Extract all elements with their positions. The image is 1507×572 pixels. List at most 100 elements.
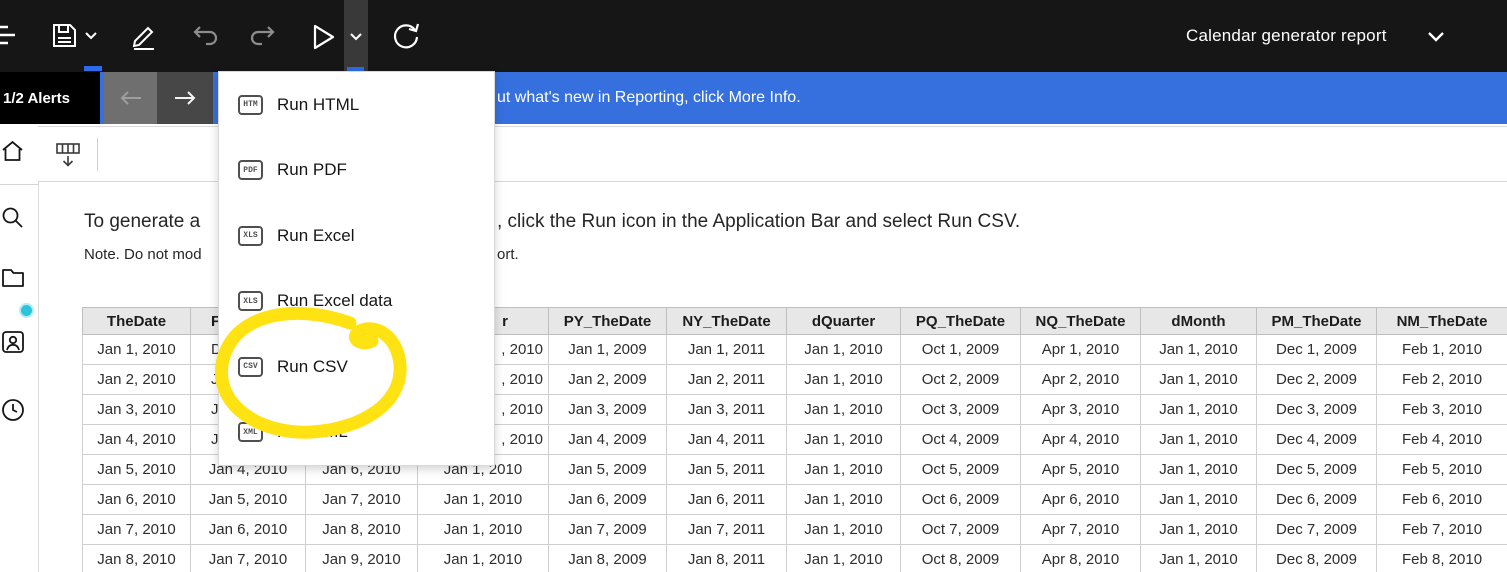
save-active-underline bbox=[84, 66, 102, 71]
app-window: Calendar generator report 1/2 Alerts ut … bbox=[0, 0, 1507, 572]
refresh-icon[interactable] bbox=[392, 21, 420, 51]
csv-format-icon: CSV bbox=[238, 356, 263, 377]
menu-item-label: Run HTML bbox=[277, 94, 360, 114]
table-cell: Jan 1, 2010 bbox=[417, 484, 549, 515]
banner-message[interactable]: ut what's new in Reporting, click More I… bbox=[497, 72, 801, 124]
table-header-cell: dQuarter bbox=[786, 307, 901, 335]
next-alert-button[interactable] bbox=[157, 72, 213, 124]
table-cell: Jan 1, 2010 bbox=[1140, 394, 1257, 425]
table-cell: Dec 5, 2009 bbox=[1256, 454, 1377, 485]
run-icon[interactable] bbox=[312, 24, 336, 50]
table-cell: Jan 1, 2010 bbox=[82, 334, 191, 365]
table-header-cell: PY_TheDate bbox=[548, 307, 667, 335]
table-cell: Jan 5, 2010 bbox=[82, 454, 191, 485]
table-cell: Feb 2, 2010 bbox=[1376, 364, 1507, 395]
table-cell: Apr 1, 2010 bbox=[1020, 334, 1141, 365]
table-cell: Jan 2, 2011 bbox=[666, 364, 787, 395]
xls-format-icon: XLS bbox=[238, 291, 263, 312]
table-row: Jan 6, 2010 Jan 5, 2010 Jan 7, 2010 Jan 1, … bbox=[82, 484, 1507, 515]
menu-item-label: Run Excel bbox=[277, 225, 355, 245]
table-cell: Jan 1, 2010 bbox=[786, 484, 901, 515]
xls-format-icon: XLS bbox=[238, 225, 263, 246]
table-header-cell: PQ_TheDate bbox=[900, 307, 1021, 335]
menu-item-label: Run XML bbox=[277, 422, 348, 442]
table-cell: Jan 1, 2010 bbox=[786, 544, 901, 572]
search-icon[interactable] bbox=[1, 206, 24, 234]
save-icon[interactable] bbox=[51, 22, 78, 49]
recent-clock-icon[interactable] bbox=[1, 398, 25, 427]
table-cell: Jan 1, 2010 bbox=[786, 394, 901, 425]
table-cell: Jan 6, 2011 bbox=[666, 484, 787, 515]
table-cell: Feb 5, 2010 bbox=[1376, 454, 1507, 485]
table-cell: Jan 6, 2010 bbox=[82, 484, 191, 515]
menu-item-run-xml[interactable]: XML Run XML bbox=[219, 400, 494, 466]
table-cell: Jan 8, 2011 bbox=[666, 544, 787, 572]
table-cell: Jan 9, 2010 bbox=[305, 544, 418, 572]
edit-icon[interactable] bbox=[129, 21, 159, 51]
table-header-cell: dMonth bbox=[1140, 307, 1257, 335]
table-cell: Jan 7, 2011 bbox=[666, 514, 787, 545]
table-cell: Jan 8, 2010 bbox=[305, 514, 418, 545]
table-cell: Jan 3, 2010 bbox=[82, 394, 191, 425]
contacts-icon[interactable] bbox=[1, 330, 25, 359]
table-cell: Jan 3, 2011 bbox=[666, 394, 787, 425]
table-cell: Apr 7, 2010 bbox=[1020, 514, 1141, 545]
table-header-cell: PM_TheDate bbox=[1256, 307, 1377, 335]
table-cell: Jan 3, 2009 bbox=[548, 394, 667, 425]
sidebar-right-border bbox=[38, 126, 39, 572]
report-title-chevron-icon[interactable] bbox=[1427, 31, 1445, 42]
table-cell: Jan 6, 2009 bbox=[548, 484, 667, 515]
table-cell: Jan 5, 2011 bbox=[666, 454, 787, 485]
table-cell: Oct 6, 2009 bbox=[900, 484, 1021, 515]
table-cell: Dec 3, 2009 bbox=[1256, 394, 1377, 425]
table-cell: Apr 4, 2010 bbox=[1020, 424, 1141, 455]
table-cell: Feb 6, 2010 bbox=[1376, 484, 1507, 515]
table-cell: Oct 4, 2009 bbox=[900, 424, 1021, 455]
menu-item-label: Run CSV bbox=[277, 356, 348, 376]
menu-item-run-excel-data[interactable]: XLS Run Excel data bbox=[219, 269, 494, 335]
page-header-icon[interactable] bbox=[55, 142, 81, 168]
menu-item-label: Run Excel data bbox=[277, 291, 393, 311]
table-cell: Jan 2, 2010 bbox=[82, 364, 191, 395]
table-cell: Jan 2, 2009 bbox=[548, 364, 667, 395]
table-cell: Feb 3, 2010 bbox=[1376, 394, 1507, 425]
table-cell: Jan 7, 2010 bbox=[190, 544, 306, 572]
table-cell: Jan 8, 2009 bbox=[548, 544, 667, 572]
folder-icon[interactable] bbox=[1, 268, 25, 293]
table-cell: Oct 1, 2009 bbox=[900, 334, 1021, 365]
undo-icon[interactable] bbox=[191, 26, 219, 46]
toolbar-separator bbox=[97, 138, 98, 171]
htm-format-icon: HTM bbox=[238, 94, 263, 115]
table-cell: Jan 1, 2010 bbox=[1140, 364, 1257, 395]
run-dropdown-button[interactable] bbox=[344, 0, 368, 72]
table-cell: Jan 1, 2010 bbox=[786, 454, 901, 485]
table-cell: Jan 5, 2009 bbox=[548, 454, 667, 485]
home-icon[interactable] bbox=[1, 140, 24, 167]
save-dropdown-chevron-icon[interactable] bbox=[84, 31, 98, 40]
report-title[interactable]: Calendar generator report bbox=[1186, 26, 1387, 46]
note-text-right: ort. bbox=[497, 246, 519, 263]
table-cell: Apr 2, 2010 bbox=[1020, 364, 1141, 395]
coachmark-dot[interactable] bbox=[19, 303, 34, 318]
table-cell: Jan 1, 2010 bbox=[1140, 334, 1257, 365]
menu-item-label: Run PDF bbox=[277, 160, 347, 180]
table-cell: Jan 1, 2010 bbox=[786, 514, 901, 545]
table-cell: Jan 1, 2010 bbox=[786, 424, 901, 455]
redo-icon[interactable] bbox=[249, 26, 277, 46]
menu-item-run-html[interactable]: HTM Run HTML bbox=[219, 72, 494, 138]
table-cell: Feb 1, 2010 bbox=[1376, 334, 1507, 365]
menu-item-run-pdf[interactable]: PDF Run PDF bbox=[219, 138, 494, 204]
table-cell: Oct 3, 2009 bbox=[900, 394, 1021, 425]
table-cell: Jan 7, 2010 bbox=[305, 484, 418, 515]
menu-item-run-csv[interactable]: CSV Run CSV bbox=[219, 334, 494, 400]
menu-item-run-excel[interactable]: XLS Run Excel bbox=[219, 203, 494, 269]
table-row: Jan 8, 2010 Jan 7, 2010 Jan 9, 2010 Jan 1, … bbox=[82, 544, 1507, 572]
table-header-cell: NM_TheDate bbox=[1376, 307, 1507, 335]
previous-alert-button[interactable] bbox=[104, 72, 157, 124]
table-cell: Jan 1, 2010 bbox=[1140, 454, 1257, 485]
table-row: Jan 7, 2010 Jan 6, 2010 Jan 8, 2010 Jan 1, … bbox=[82, 514, 1507, 545]
table-cell: Dec 1, 2009 bbox=[1256, 334, 1377, 365]
table-cell: Jan 1, 2009 bbox=[548, 334, 667, 365]
menu-icon[interactable] bbox=[0, 20, 19, 52]
table-cell: Dec 8, 2009 bbox=[1256, 544, 1377, 572]
